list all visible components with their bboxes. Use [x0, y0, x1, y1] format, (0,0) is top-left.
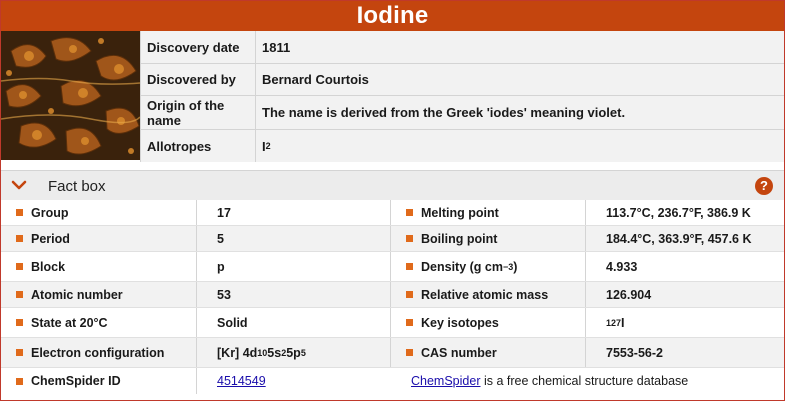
overview-value: The name is derived from the Greek 'iode… [262, 105, 626, 120]
overview-value: 1811 [262, 39, 291, 55]
fact-value-boiling-point: 184.4°C, 363.9°F, 457.6 K [606, 231, 752, 246]
overview-label: Discovered by [140, 64, 256, 95]
fact-value-cas-number: 7553-56-2 [606, 345, 663, 360]
overview-row-origin: Origin of the name The name is derived f… [140, 96, 784, 130]
fact-value-period: 5 [197, 226, 391, 251]
fact-label-electron-configuration: Electron configuration [1, 338, 197, 367]
factbox-table: Group 17 Melting point 113.7°C, 236.7°F,… [1, 200, 784, 394]
seaweed-image [1, 31, 140, 160]
bullet-icon [16, 209, 23, 216]
bullet-icon [406, 263, 413, 270]
table-row: Block p Density (g cm −3) 4.933 [1, 252, 784, 282]
bullet-icon [406, 349, 413, 356]
bullet-icon [406, 235, 413, 242]
fact-value-density: 4.933 [606, 259, 638, 274]
fact-label-cas-number: CAS number [391, 338, 586, 367]
overview-row-discovered-by: Discovered by Bernard Courtois [140, 64, 784, 96]
table-row: ChemSpider ID 4514549 ChemSpider is a fr… [1, 368, 784, 394]
overview-value: Bernard Courtois [262, 72, 369, 87]
fact-value-block: p [197, 252, 391, 281]
fact-label-chemspider-id: ChemSpider ID [1, 368, 197, 394]
fact-label-period: Period [1, 226, 197, 251]
fact-label-key-isotopes: Key isotopes [391, 308, 586, 337]
bullet-icon [16, 263, 23, 270]
bullet-icon [16, 349, 23, 356]
overview-label: Allotropes [140, 130, 256, 162]
chemspider-id-link[interactable]: 4514549 [217, 374, 266, 388]
fact-label-group: Group [1, 200, 197, 225]
chemspider-note-text: is a free chemical structure database [480, 374, 689, 388]
bullet-icon [16, 319, 23, 326]
overview-row-allotropes: Allotropes I2 [140, 130, 784, 162]
overview-label: Origin of the name [140, 96, 256, 129]
table-row: Atomic number 53 Relative atomic mass 12… [1, 282, 784, 308]
element-image [1, 31, 140, 160]
table-row: Electron configuration [Kr] 4d 10 5s 2 5p 5 C… [1, 338, 784, 368]
overview-table: Discovery date 1811 Discovered by Bernar… [140, 31, 784, 162]
table-row: Period 5 Boiling point 184.4°C, 363.9°F,… [1, 226, 784, 252]
fact-label-boiling-point: Boiling point [391, 226, 586, 251]
fact-label-relative-atomic-mass: Relative atomic mass [391, 282, 586, 307]
fact-label-state: State at 20°C [1, 308, 197, 337]
chemspider-note: ChemSpider is a free chemical structure … [391, 368, 784, 394]
fact-value-relative-atomic-mass: 126.904 [606, 287, 652, 302]
page-title: Iodine [1, 1, 784, 31]
fact-value-group: 17 [197, 200, 391, 225]
factbox-header[interactable]: Fact box ? [1, 170, 784, 200]
overview-row-discovery-date: Discovery date 1811 [140, 31, 784, 64]
fact-label-atomic-number: Atomic number [1, 282, 197, 307]
fact-label-block: Block [1, 252, 197, 281]
help-icon[interactable]: ? [755, 177, 773, 195]
overview-label: Discovery date [140, 31, 256, 63]
chemspider-link[interactable]: ChemSpider [411, 374, 480, 388]
table-row: Group 17 Melting point 113.7°C, 236.7°F,… [1, 200, 784, 226]
fact-value-chemspider-id: 4514549 [197, 368, 391, 394]
bullet-icon [16, 377, 23, 385]
fact-label-density: Density (g cm −3) [391, 252, 586, 281]
fact-value-atomic-number: 53 [197, 282, 391, 307]
bullet-icon [406, 291, 413, 298]
overview-value: I2 [262, 138, 271, 154]
fact-value-melting-point: 113.7°C, 236.7°F, 386.9 K [606, 205, 751, 220]
bullet-icon [16, 235, 23, 242]
bullet-icon [406, 319, 413, 326]
bullet-icon [406, 209, 413, 216]
chevron-down-icon[interactable] [11, 178, 27, 192]
fact-value-key-isotopes: 127 I [606, 315, 625, 330]
fact-label-melting-point: Melting point [391, 200, 586, 225]
fact-value-electron-configuration: [Kr] 4d 10 5s 2 5p 5 [197, 338, 391, 367]
fact-value-state: Solid [197, 308, 391, 337]
bullet-icon [16, 291, 23, 298]
factbox-title: Fact box [48, 178, 106, 195]
table-row: State at 20°C Solid Key isotopes 127 I [1, 308, 784, 338]
